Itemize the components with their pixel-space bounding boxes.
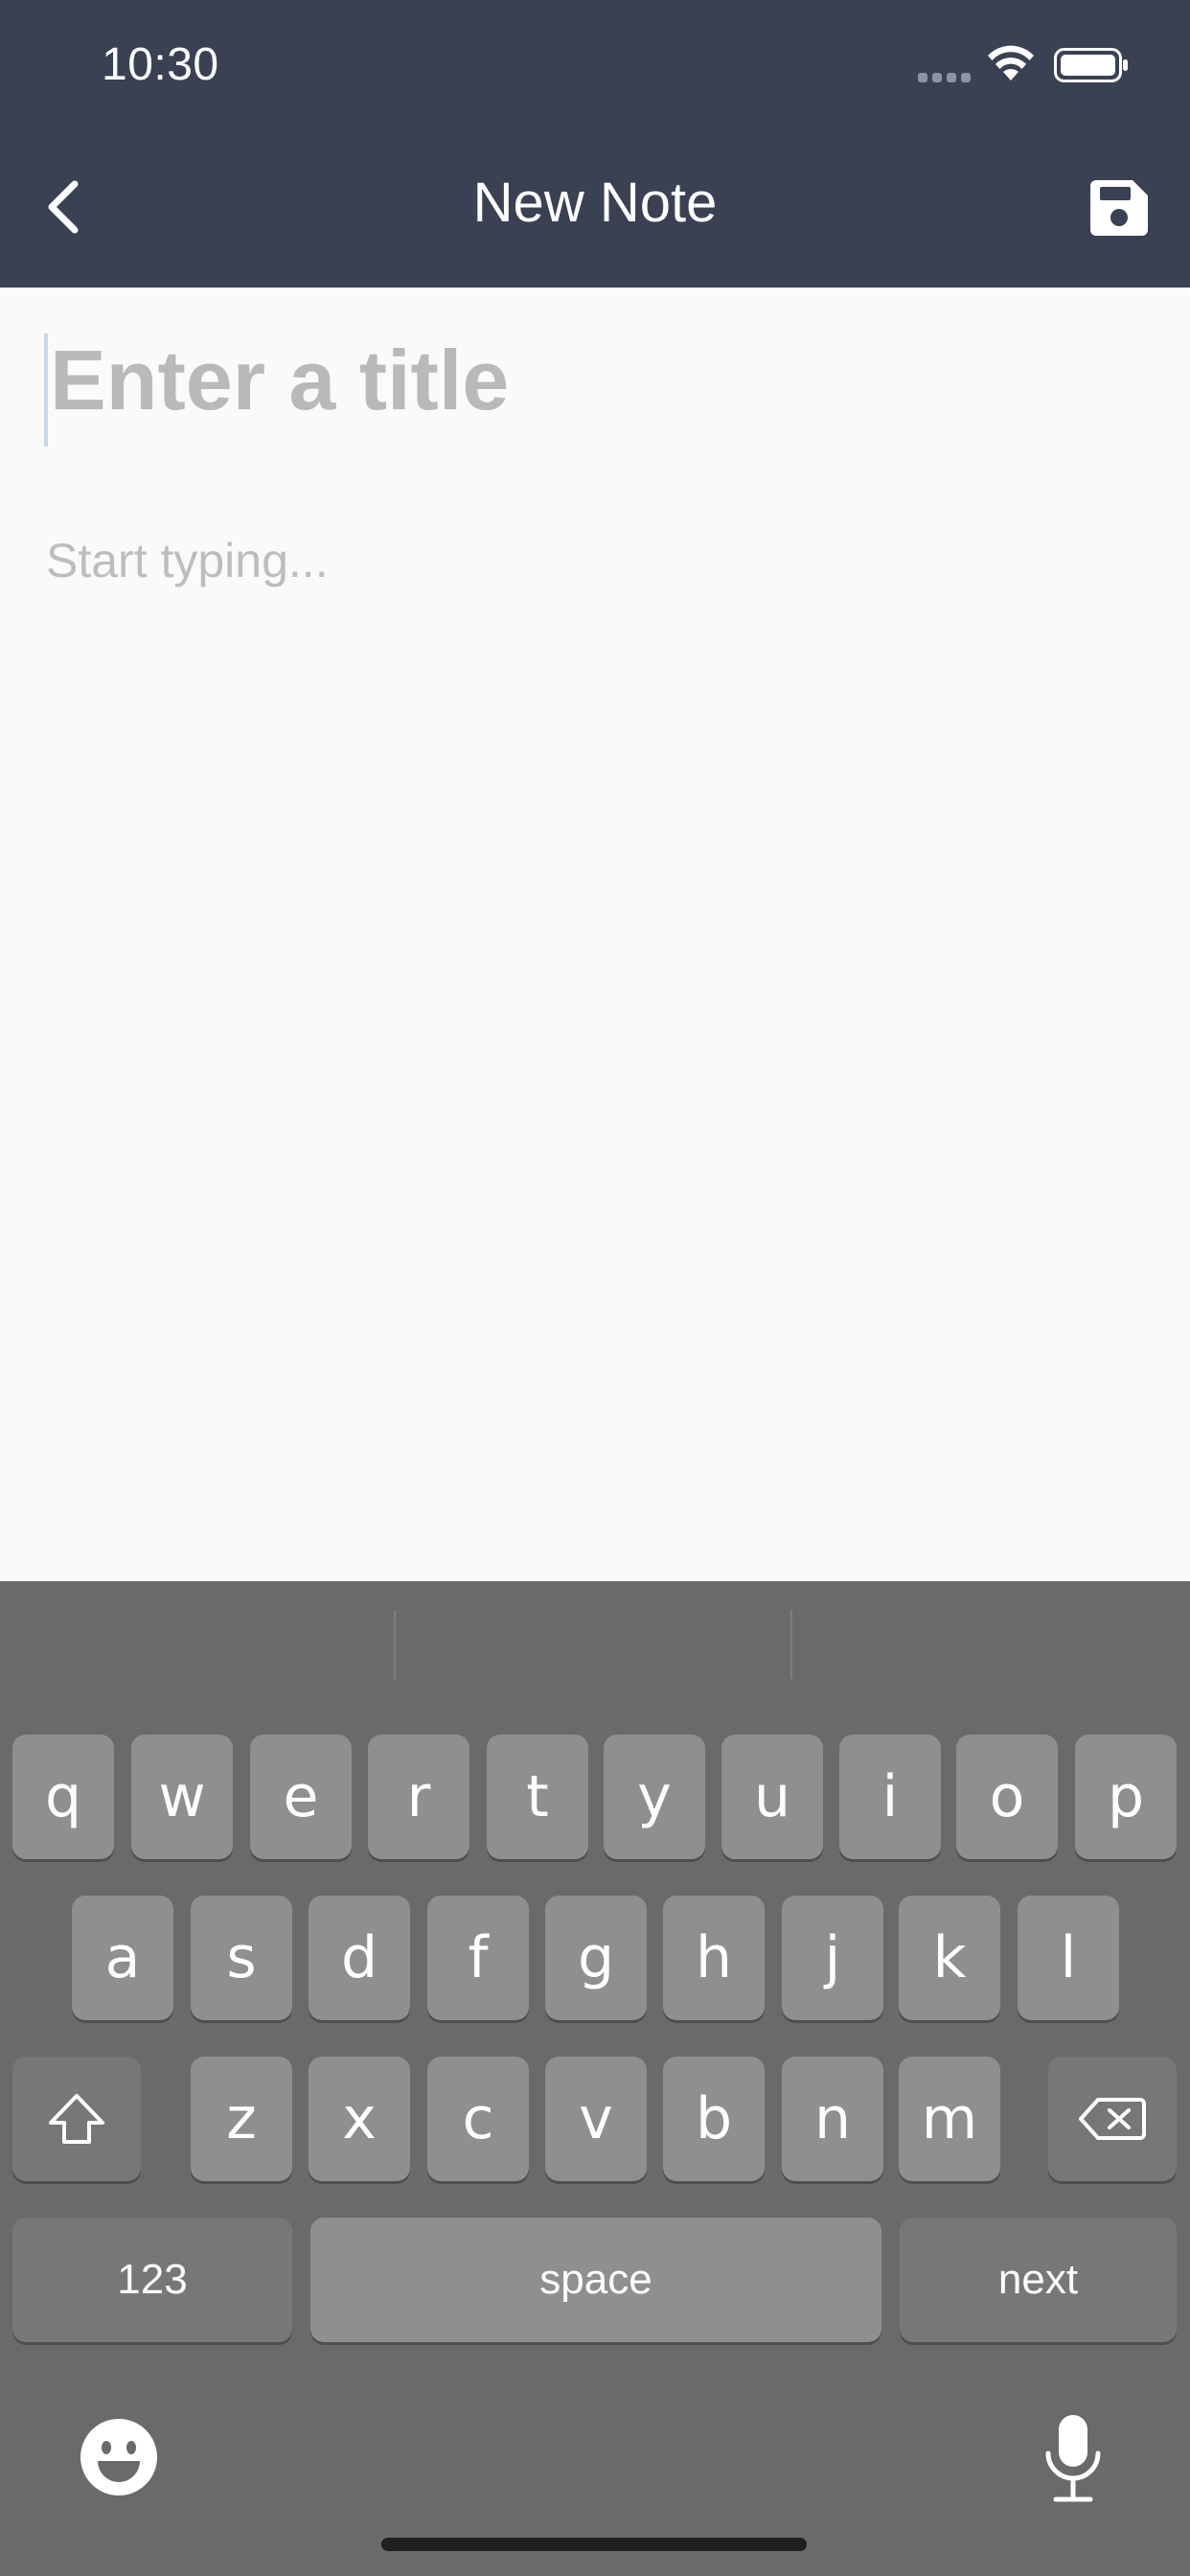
floppy-disk-icon: [1090, 180, 1148, 236]
delete-key[interactable]: [1048, 2057, 1177, 2181]
key-j[interactable]: j: [782, 1896, 883, 2020]
key-f[interactable]: f: [427, 1896, 529, 2020]
key-d[interactable]: d: [309, 1896, 410, 2020]
app-header: 10:30 New Note: [0, 0, 1190, 288]
key-p[interactable]: p: [1075, 1735, 1177, 1859]
key-k[interactable]: k: [899, 1896, 1000, 2020]
key-n[interactable]: n: [782, 2057, 883, 2181]
key-m[interactable]: m: [899, 2057, 1000, 2181]
key-v[interactable]: v: [545, 2057, 647, 2181]
numbers-key[interactable]: 123: [12, 2218, 292, 2342]
key-e[interactable]: e: [250, 1735, 352, 1859]
page-title: New Note: [472, 172, 718, 234]
backspace-icon: [1079, 2098, 1146, 2140]
key-w[interactable]: w: [131, 1735, 233, 1859]
title-input[interactable]: [46, 328, 1152, 433]
shift-arrow-icon: [49, 2094, 104, 2144]
microphone-icon[interactable]: [1042, 2413, 1104, 2505]
suggestion-divider: [790, 1610, 792, 1679]
key-s[interactable]: s: [191, 1896, 292, 2020]
key-r[interactable]: r: [368, 1735, 469, 1859]
status-time: 10:30: [102, 39, 219, 90]
shift-key[interactable]: [12, 2057, 141, 2181]
key-h[interactable]: h: [663, 1896, 765, 2020]
key-y[interactable]: y: [604, 1735, 705, 1859]
emoji-face-icon[interactable]: [79, 2417, 159, 2497]
space-key[interactable]: space: [310, 2218, 881, 2342]
wifi-icon: [988, 45, 1034, 80]
suggestion-divider: [394, 1610, 396, 1679]
key-q[interactable]: q: [12, 1735, 114, 1859]
cellular-signal-icon: [918, 73, 972, 82]
key-u[interactable]: u: [721, 1735, 823, 1859]
key-g[interactable]: g: [545, 1896, 647, 2020]
keyboard: q w e r t y u i o p a s d f g h j k l z …: [0, 1581, 1190, 2576]
key-a[interactable]: a: [72, 1896, 173, 2020]
next-key[interactable]: next: [900, 2218, 1177, 2342]
body-input[interactable]: [46, 533, 1148, 1558]
key-z[interactable]: z: [191, 2057, 292, 2181]
key-b[interactable]: b: [663, 2057, 765, 2181]
key-t[interactable]: t: [487, 1735, 588, 1859]
save-button[interactable]: [1090, 180, 1148, 236]
key-c[interactable]: c: [427, 2057, 529, 2181]
key-l[interactable]: l: [1018, 1896, 1119, 2020]
battery-icon: [1054, 48, 1128, 82]
home-indicator: [381, 2538, 807, 2551]
key-i[interactable]: i: [839, 1735, 941, 1859]
key-x[interactable]: x: [309, 2057, 410, 2181]
key-o[interactable]: o: [956, 1735, 1058, 1859]
